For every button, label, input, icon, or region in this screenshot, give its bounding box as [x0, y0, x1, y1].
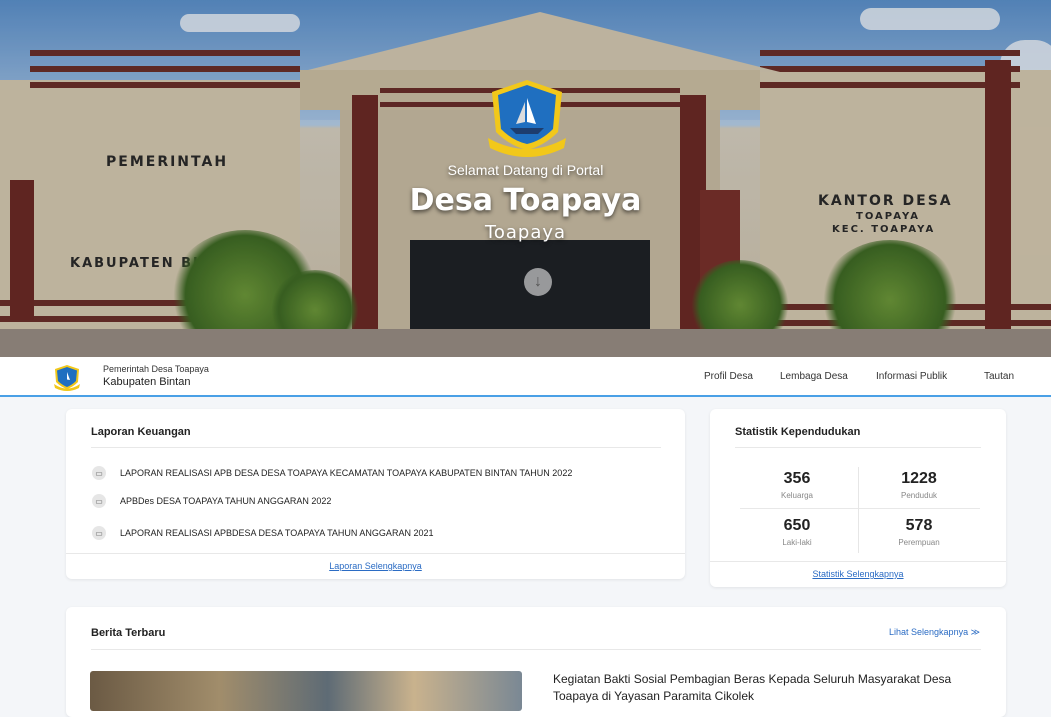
- divider: [735, 447, 981, 448]
- finance-item-label[interactable]: APBDes DESA TOAPAYA TAHUN ANGGARAN 2022: [120, 496, 331, 506]
- divider: [91, 447, 661, 448]
- divider: [710, 561, 1006, 562]
- stat-value: 1228: [901, 470, 937, 487]
- arrow-down-icon: ↓: [534, 273, 542, 290]
- stat-label: Laki-laki: [782, 538, 812, 547]
- stat-label: Keluarga: [780, 491, 814, 500]
- divider: [91, 649, 981, 650]
- stat-value: 650: [783, 517, 811, 534]
- news-more-link[interactable]: Lihat Selengkapnya ≫: [889, 627, 980, 638]
- divider: [66, 553, 685, 554]
- finance-item[interactable]: ▭ APBDes DESA TOAPAYA TAHUN ANGGARAN 202…: [92, 494, 331, 508]
- stat-perempuan: 578 Perempuan: [858, 517, 980, 547]
- stats-title: Statistik Kependudukan: [735, 426, 861, 438]
- village-title: Desa Toapaya: [409, 183, 642, 218]
- stat-value: 578: [905, 517, 933, 534]
- stat-label: Penduduk: [900, 491, 938, 500]
- village-logo-icon[interactable]: [52, 363, 82, 393]
- stat-penduduk: 1228 Penduduk: [858, 470, 980, 500]
- finance-item-label[interactable]: LAPORAN REALISASI APB DESA DESA TOAPAYA …: [120, 468, 572, 478]
- welcome-text: Selamat Datang di Portal: [447, 162, 604, 178]
- stats-card: Statistik Kependudukan 356 Keluarga 1228…: [710, 409, 1006, 587]
- finance-card: Laporan Keuangan ▭ LAPORAN REALISASI APB…: [66, 409, 685, 579]
- org-name-line1: Pemerintah Desa Toapaya: [103, 364, 209, 374]
- finance-item-label[interactable]: LAPORAN REALISASI APBDESA DESA TOAPAYA T…: [120, 528, 433, 538]
- finance-item[interactable]: ▭ LAPORAN REALISASI APBDESA DESA TOAPAYA…: [92, 526, 433, 540]
- top-navbar: Pemerintah Desa Toapaya Kabupaten Bintan…: [0, 357, 1051, 397]
- document-icon: ▭: [92, 526, 106, 540]
- nav-profil-desa[interactable]: Profil Desa: [704, 371, 753, 382]
- hero-banner: PEMERINTAH KABUPATEN BI KANTOR DESA TOAP…: [0, 0, 1051, 357]
- nav-tautan[interactable]: Tautan: [984, 371, 1014, 382]
- hero-overlay: [0, 0, 1051, 357]
- document-icon: ▭: [92, 494, 106, 508]
- finance-more-link[interactable]: Laporan Selengkapnya: [66, 561, 685, 571]
- document-icon: ▭: [92, 466, 106, 480]
- stat-laki-laki: 650 Laki-laki: [736, 517, 858, 547]
- stats-more-link[interactable]: Statistik Selengkapnya: [710, 569, 1006, 579]
- news-thumbnail[interactable]: [90, 671, 522, 711]
- nav-informasi-publik[interactable]: Informasi Publik: [876, 371, 947, 382]
- finance-item[interactable]: ▭ LAPORAN REALISASI APB DESA DESA TOAPAY…: [92, 466, 572, 480]
- news-card: Berita Terbaru Lihat Selengkapnya ≫ Kegi…: [66, 607, 1006, 717]
- org-name-line2: Kabupaten Bintan: [103, 376, 191, 388]
- bintan-emblem-icon: [488, 80, 566, 157]
- stat-value: 356: [783, 470, 811, 487]
- divider: [858, 467, 859, 553]
- finance-title: Laporan Keuangan: [91, 426, 191, 438]
- stat-label: Perempuan: [898, 538, 940, 547]
- village-subtitle: Toapaya: [484, 222, 567, 243]
- news-title: Berita Terbaru: [91, 627, 166, 639]
- news-headline[interactable]: Kegiatan Bakti Sosial Pembagian Beras Ke…: [553, 671, 973, 705]
- scroll-down-button[interactable]: ↓: [524, 268, 552, 296]
- divider: [740, 508, 980, 509]
- nav-lembaga-desa[interactable]: Lembaga Desa: [780, 371, 848, 382]
- stat-keluarga: 356 Keluarga: [736, 470, 858, 500]
